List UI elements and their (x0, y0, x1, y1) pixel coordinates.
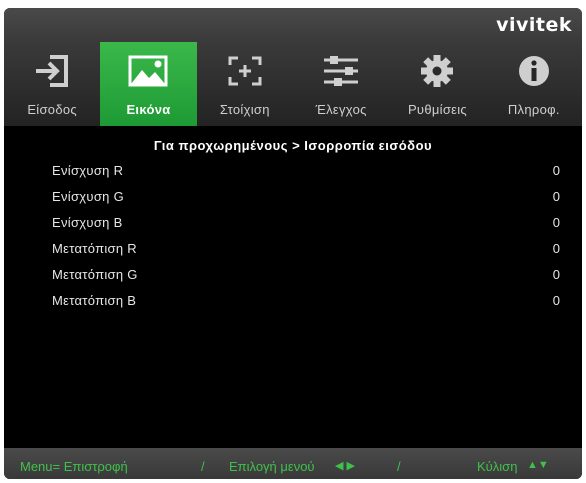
menu-row-offset-g[interactable]: Μετατόπιση G 0 (52, 267, 560, 287)
sliders-icon (293, 52, 389, 90)
menu-row-offset-b[interactable]: Μετατόπιση B 0 (52, 293, 560, 313)
row-label: Μετατόπιση R (52, 241, 137, 256)
tab-label: Έλεγχος (315, 102, 367, 117)
tab-label: Πληροφ. (507, 102, 560, 117)
left-right-arrow-icon: ◀ ▶ (335, 460, 355, 472)
tab-label: Στοίχιση (219, 102, 270, 117)
row-value: 0 (552, 241, 560, 256)
footer-menu-hint: Menu= Επιστροφή (20, 459, 128, 474)
row-value: 0 (552, 189, 560, 204)
breadcrumb: Για προχωρημένους > Ισορροπία εισόδου (153, 138, 433, 153)
tab-label: Είσοδος (27, 102, 77, 117)
image-icon (100, 52, 196, 90)
menu-row-gain-r[interactable]: Ενίσχυση R 0 (52, 163, 560, 183)
row-value: 0 (552, 267, 560, 282)
row-value: 0 (552, 163, 560, 178)
submenu-panel: Για προχωρημένους > Ισορροπία εισόδου Εν… (4, 126, 582, 446)
alignment-icon (197, 52, 293, 90)
tab-settings[interactable]: Ρυθμίσεις (389, 42, 485, 126)
menu-row-gain-b[interactable]: Ενίσχυση B 0 (52, 215, 560, 235)
up-down-arrow-icon: ▲▼ (527, 459, 549, 471)
top-bar: vivitek (4, 8, 582, 42)
tab-label: Ρυθμίσεις (407, 102, 467, 117)
row-value: 0 (552, 293, 560, 308)
tab-alignment[interactable]: Στοίχιση (197, 42, 293, 126)
footer-select-hint: Επιλογή μενού (229, 459, 315, 474)
row-label: Μετατόπιση B (52, 293, 137, 308)
tab-input[interactable]: Είσοδος (4, 42, 100, 126)
footer-separator: / (201, 459, 205, 474)
row-value: 0 (552, 215, 560, 230)
menu-row-gain-g[interactable]: Ενίσχυση G 0 (52, 189, 560, 209)
footer-hint-bar: Menu= Επιστροφή / Επιλογή μενού ◀ ▶ / Κύ… (4, 448, 582, 479)
row-label: Ενίσχυση B (52, 215, 123, 230)
gear-icon (389, 52, 485, 90)
menu-row-offset-r[interactable]: Μετατόπιση R 0 (52, 241, 560, 261)
tab-label: Εικόνα (126, 102, 171, 117)
osd-menu: vivitek Είσοδος Εικόνα Στοίχιση Έλεγχος … (4, 8, 582, 479)
tab-info[interactable]: Πληροφ. (486, 42, 582, 126)
tab-image[interactable]: Εικόνα (100, 42, 197, 126)
info-icon (486, 52, 582, 90)
footer-scroll-hint: Κύλιση (477, 459, 518, 474)
row-label: Ενίσχυση R (52, 163, 124, 178)
tab-control[interactable]: Έλεγχος (293, 42, 389, 126)
brand-logo: vivitek (496, 14, 572, 36)
input-icon (4, 52, 100, 90)
row-label: Μετατόπιση G (52, 267, 138, 282)
footer-separator: / (397, 459, 401, 474)
row-label: Ενίσχυση G (52, 189, 124, 204)
menu-tabs: Είσοδος Εικόνα Στοίχιση Έλεγχος Ρυθμίσει… (4, 42, 582, 126)
